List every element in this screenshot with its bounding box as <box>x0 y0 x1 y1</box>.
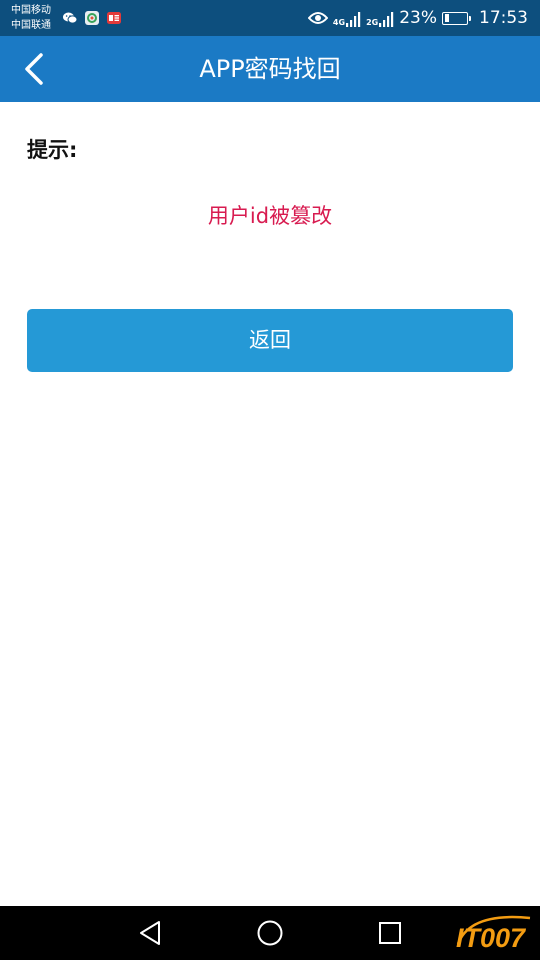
carrier-2: 中国联通 <box>11 20 51 31</box>
nav-recent-button[interactable] <box>374 917 406 949</box>
nav-back-button[interactable] <box>134 917 166 949</box>
status-right: 4G 2G 23% 17:53 <box>307 0 528 36</box>
hint-label: 提示: <box>27 138 78 162</box>
return-button[interactable]: 返回 <box>27 309 513 372</box>
circle-home-icon <box>257 920 283 946</box>
battery-percent: 23% <box>399 8 437 28</box>
page-title: APP密码找回 <box>199 55 341 83</box>
app-icon <box>85 11 99 25</box>
battery-icon <box>442 11 471 25</box>
triangle-back-icon <box>140 921 160 945</box>
carrier-1: 中国移动 <box>11 5 51 16</box>
signal-1: 4G <box>333 10 361 27</box>
error-message: 用户id被篡改 <box>207 204 333 228</box>
nav-home-button[interactable] <box>254 917 286 949</box>
network-type-1: 4G <box>332 17 346 27</box>
signal-bars-2-icon <box>379 11 394 27</box>
wechat-icon <box>63 12 78 24</box>
status-bar: 中国移动 中国联通 4G 2G 23% 17:53 <box>0 0 540 36</box>
battery-level <box>444 14 450 22</box>
network-type-2: 2G <box>366 17 379 27</box>
eye-comfort-icon <box>307 12 328 24</box>
it007-watermark-logo: IT007 <box>456 915 531 953</box>
watermark-text: IT007 <box>456 923 527 953</box>
signal-bars-1-icon <box>346 11 361 27</box>
carrier-info: 中国移动 中国联通 <box>11 3 51 33</box>
app-bar: APP密码找回 <box>0 36 540 102</box>
notification-icons <box>62 9 122 27</box>
signal-2: 2G <box>366 10 394 27</box>
toutiao-icon <box>107 12 121 24</box>
back-button[interactable] <box>14 49 54 89</box>
square-recent-icon <box>379 922 401 944</box>
clock: 17:53 <box>479 8 528 28</box>
chevron-left-icon <box>25 53 43 85</box>
